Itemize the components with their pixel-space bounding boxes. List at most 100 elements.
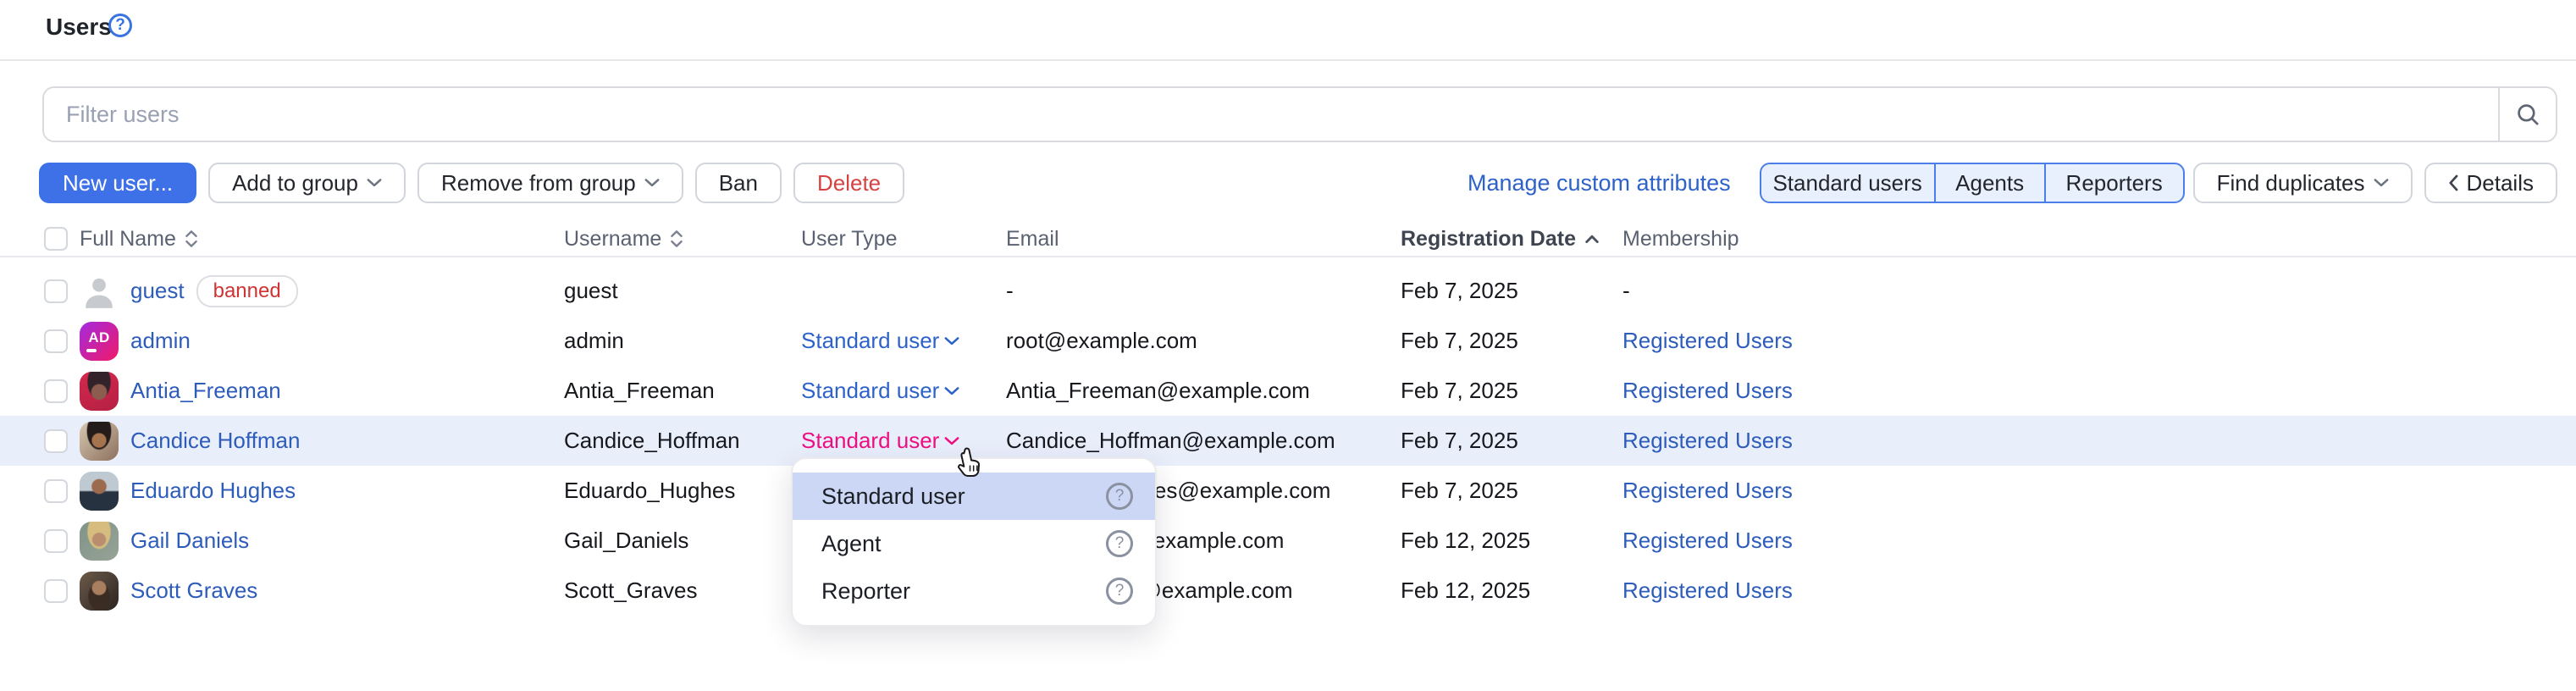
row-checkbox[interactable] (44, 429, 68, 453)
user-name-link[interactable]: Gail Daniels (130, 528, 249, 554)
column-header-membership[interactable]: Membership (1622, 222, 1739, 256)
details-button[interactable]: Details (2424, 163, 2557, 203)
registration-date-cell: Feb 12, 2025 (1401, 516, 1530, 566)
column-header-full-name[interactable]: Full Name (80, 222, 198, 256)
page-title: Users (46, 14, 112, 41)
chevron-down-icon (644, 178, 660, 188)
search-button[interactable] (2498, 88, 2556, 141)
user-name-link[interactable]: Scott Graves (130, 578, 257, 604)
add-to-group-button[interactable]: Add to group (208, 163, 406, 203)
dropdown-item-agent[interactable]: Agent ? (793, 520, 1155, 567)
user-table-body: guest banned guest - Feb 7, 2025 - AD ad… (0, 266, 2576, 616)
row-checkbox[interactable] (44, 579, 68, 603)
segment-agents[interactable]: Agents (1934, 164, 2044, 202)
row-checkbox[interactable] (44, 529, 68, 553)
user-type-filter-segmented: Standard users Agents Reporters (1760, 163, 2185, 203)
table-row-guest: guest banned guest - Feb 7, 2025 - (0, 266, 2576, 316)
help-circle-icon[interactable]: ? (1106, 530, 1133, 557)
username-cell: guest (564, 266, 618, 316)
chevron-down-icon (944, 386, 959, 396)
segment-standard-users[interactable]: Standard users (1761, 164, 1934, 202)
help-icon[interactable]: ? (108, 14, 132, 37)
chevron-down-icon (944, 336, 959, 346)
avatar-placeholder-icon (80, 272, 119, 311)
filter-users-input[interactable] (44, 88, 2498, 141)
sort-both-icon (670, 229, 683, 249)
registration-date-cell: Feb 7, 2025 (1401, 316, 1518, 366)
user-name-link[interactable]: guest (130, 278, 185, 304)
help-circle-icon[interactable]: ? (1106, 483, 1133, 510)
user-type-dropdown: Standard user ? Agent ? Reporter ? (791, 457, 1157, 627)
segment-reporters[interactable]: Reporters (2044, 164, 2183, 202)
membership-cell: - (1622, 266, 1630, 316)
registration-date-cell: Feb 7, 2025 (1401, 366, 1518, 416)
avatar: AD (80, 322, 119, 361)
toolbar-right: Manage custom attributes Standard users … (1468, 163, 2557, 203)
dropdown-item-reporter[interactable]: Reporter ? (793, 567, 1155, 615)
table-row-admin: AD admin admin Standard user root@exampl… (0, 316, 2576, 366)
column-header-registration-date[interactable]: Registration Date (1401, 222, 1600, 256)
username-cell: admin (564, 316, 624, 366)
table-row-scott-graves: Scott Graves Scott_Graves Standard user … (0, 566, 2576, 616)
user-type-link-open[interactable]: Standard user (801, 428, 959, 454)
users-admin-page: Users ? New user... Add to group Remove … (0, 0, 2576, 691)
membership-link[interactable]: Registered Users (1622, 478, 1793, 504)
sort-both-icon (185, 229, 198, 249)
registration-date-cell: Feb 7, 2025 (1401, 266, 1518, 316)
ban-button[interactable]: Ban (695, 163, 782, 203)
toolbar: New user... Add to group Remove from gro… (39, 163, 2557, 203)
membership-link[interactable]: Registered Users (1622, 528, 1793, 554)
membership-link[interactable]: Registered Users (1622, 578, 1793, 604)
membership-link[interactable]: Registered Users (1622, 378, 1793, 404)
user-name-link[interactable]: admin (130, 328, 191, 354)
username-cell: Scott_Graves (564, 566, 698, 616)
avatar (80, 472, 119, 511)
avatar (80, 522, 119, 561)
user-type-link[interactable]: Standard user (801, 378, 959, 404)
row-checkbox[interactable] (44, 479, 68, 503)
user-type-link[interactable]: Standard user (801, 328, 959, 354)
remove-from-group-button[interactable]: Remove from group (417, 163, 683, 203)
column-header-email[interactable]: Email (1006, 222, 1059, 256)
table-row-antia-freeman: Antia_Freeman Antia_Freeman Standard use… (0, 366, 2576, 416)
table-row-eduardo-hughes: Eduardo Hughes Eduardo_Hughes Standard u… (0, 466, 2576, 516)
chevron-down-icon (2374, 178, 2389, 188)
membership-link[interactable]: Registered Users (1622, 428, 1793, 454)
column-header-user-type[interactable]: User Type (801, 222, 897, 256)
user-name-link[interactable]: Candice Hoffman (130, 428, 300, 454)
find-duplicates-button[interactable]: Find duplicates (2193, 163, 2413, 203)
username-cell: Antia_Freeman (564, 366, 715, 416)
table-row-gail-daniels: Gail Daniels Gail_Daniels Standard user … (0, 516, 2576, 566)
dropdown-item-standard-user[interactable]: Standard user ? (793, 473, 1155, 520)
table-row-candice-hoffman: Candice Hoffman Candice_Hoffman Standard… (0, 416, 2576, 466)
sort-asc-icon (1584, 233, 1600, 245)
chevron-left-icon (2448, 174, 2458, 191)
avatar (80, 572, 119, 611)
email-cell: Antia_Freeman@example.com (1006, 366, 1310, 416)
header-divider (0, 59, 2576, 61)
membership-link[interactable]: Registered Users (1622, 328, 1793, 354)
email-cell: - (1006, 266, 1014, 316)
filter-users-bar (42, 86, 2557, 142)
row-checkbox[interactable] (44, 279, 68, 303)
manage-custom-attributes-link[interactable]: Manage custom attributes (1468, 170, 1731, 196)
table-header: Full Name Username User Type Email Regis… (0, 222, 2576, 257)
user-name-link[interactable]: Eduardo Hughes (130, 478, 296, 504)
delete-button[interactable]: Delete (793, 163, 904, 203)
new-user-button[interactable]: New user... (39, 163, 196, 203)
chevron-down-icon (367, 178, 382, 188)
select-all-checkbox[interactable] (44, 227, 68, 251)
chevron-down-icon (944, 436, 959, 446)
row-checkbox[interactable] (44, 379, 68, 403)
email-cell: root@example.com (1006, 316, 1197, 366)
user-name-link[interactable]: Antia_Freeman (130, 378, 281, 404)
column-header-username[interactable]: Username (564, 222, 683, 256)
username-cell: Candice_Hoffman (564, 416, 740, 466)
username-cell: Gail_Daniels (564, 516, 688, 566)
help-circle-icon[interactable]: ? (1106, 578, 1133, 605)
registration-date-cell: Feb 7, 2025 (1401, 416, 1518, 466)
registration-date-cell: Feb 12, 2025 (1401, 566, 1530, 616)
registration-date-cell: Feb 7, 2025 (1401, 466, 1518, 516)
row-checkbox[interactable] (44, 329, 68, 353)
avatar (80, 422, 119, 461)
